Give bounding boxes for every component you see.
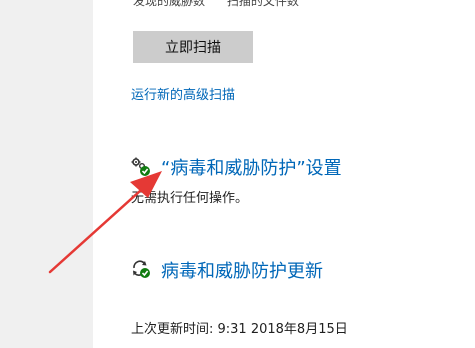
- gear-check-icon: [131, 157, 151, 177]
- last-update-text: 上次更新时间: 9:31 2018年8月15日: [131, 322, 348, 337]
- scan-stats-labels: 发现的威胁数 扫描的文件数: [133, 0, 299, 9]
- threats-found-label: 发现的威胁数: [133, 0, 206, 8]
- settings-status-text: 无需执行任何操作。: [131, 191, 249, 206]
- threat-protection-settings-link[interactable]: “病毒和威胁防护”设置: [161, 154, 342, 180]
- scan-now-button[interactable]: 立即扫描: [133, 31, 253, 63]
- protection-updates-link[interactable]: 病毒和威胁防护更新: [161, 257, 323, 283]
- left-navigation-pane: [0, 0, 93, 348]
- advanced-scan-link[interactable]: 运行新的高级扫描: [131, 84, 235, 103]
- files-scanned-label: 扫描的文件数: [226, 0, 299, 8]
- virus-threat-protection-content: 发现的威胁数 扫描的文件数 立即扫描 运行新的高级扫描 “病毒和威胁防护”设置 …: [93, 0, 475, 348]
- refresh-check-icon: [131, 259, 151, 279]
